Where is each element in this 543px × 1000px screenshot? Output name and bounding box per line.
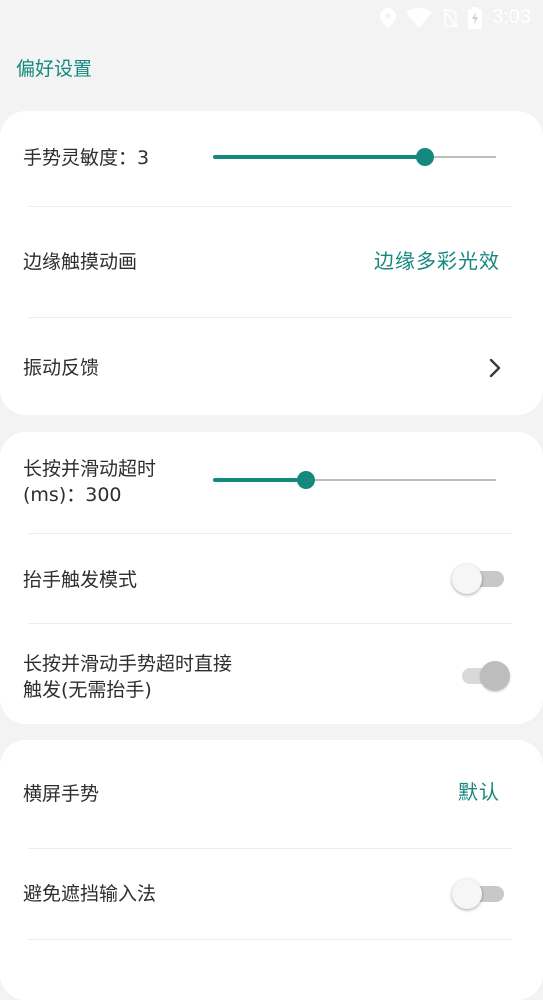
status-time: 3:03 [492, 6, 531, 28]
timeout-direct-trigger-toggle[interactable] [458, 660, 510, 691]
edge-touch-animation-row[interactable]: 边缘触摸动画 边缘多彩光效 [0, 207, 543, 317]
divider [28, 939, 512, 940]
lift-trigger-mode-row[interactable]: 抬手触发模式 [0, 534, 543, 623]
gesture-sensitivity-thumb[interactable] [416, 148, 435, 166]
wifi-icon [406, 7, 433, 28]
vibration-feedback-label: 振动反馈 [23, 357, 100, 379]
landscape-gesture-row[interactable]: 横屏手势 默认 [0, 740, 543, 848]
edge-touch-animation-value[interactable]: 边缘多彩光效 [374, 248, 500, 274]
gesture-sensitivity-label: 手势灵敏度：3 [23, 147, 150, 169]
avoid-ime-row[interactable]: 避免遮挡输入法 [0, 849, 543, 939]
long-press-timeout-slider[interactable] [213, 470, 496, 490]
timeout-direct-trigger-label: 长按并滑动手势超时直接 触发(无需抬手) [23, 653, 233, 701]
avoid-ime-label: 避免遮挡输入法 [23, 883, 157, 905]
page-title: 偏好设置 [16, 58, 93, 80]
settings-card-gesture: 手势灵敏度：3 边缘触摸动画 边缘多彩光效 振动反馈 [0, 111, 543, 415]
landscape-gesture-label: 横屏手势 [23, 783, 100, 805]
battery-icon [468, 6, 483, 29]
status-bar: 3:03 [0, 0, 543, 38]
long-press-timeout-thumb[interactable] [297, 471, 316, 489]
settings-card-timeout: 长按并滑动超时 (ms)：300 抬手触发模式 长按并滑动手势超时直接 触发(无… [0, 432, 543, 724]
location-icon [380, 7, 397, 28]
vibration-feedback-row[interactable]: 振动反馈 [0, 318, 543, 415]
long-press-timeout-label: 长按并滑动超时 (ms)：300 [23, 458, 157, 506]
gesture-sensitivity-slider[interactable] [213, 147, 496, 167]
no-sim-icon [442, 8, 458, 28]
lift-trigger-mode-toggle[interactable] [452, 563, 508, 594]
edge-touch-animation-label: 边缘触摸动画 [23, 251, 138, 273]
long-press-timeout-row: 长按并滑动超时 (ms)：300 [0, 432, 543, 533]
lift-trigger-mode-label: 抬手触发模式 [23, 569, 138, 591]
gesture-sensitivity-row: 手势灵敏度：3 [0, 111, 543, 207]
chevron-right-icon [489, 358, 501, 378]
timeout-direct-trigger-row[interactable]: 长按并滑动手势超时直接 触发(无需抬手) [0, 624, 543, 724]
landscape-gesture-value[interactable]: 默认 [458, 779, 500, 805]
settings-card-misc: 横屏手势 默认 避免遮挡输入法 [0, 740, 543, 1000]
avoid-ime-toggle[interactable] [452, 878, 508, 909]
